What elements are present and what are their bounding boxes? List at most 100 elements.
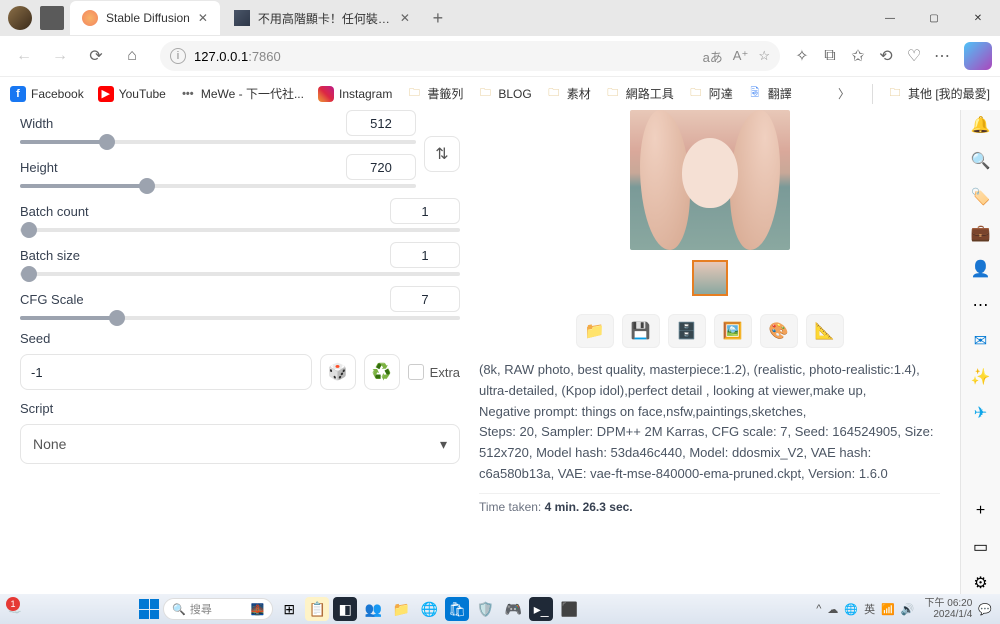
history-icon[interactable]: ⟲ xyxy=(876,46,896,66)
bookmark-translate[interactable]: 🗟翻譯 xyxy=(747,85,792,102)
notifications-icon[interactable]: 💬 xyxy=(978,603,992,616)
send-icon[interactable]: ✈ xyxy=(970,402,992,424)
batch-count-slider[interactable] xyxy=(20,228,460,232)
random-seed-button[interactable]: 🎲 xyxy=(320,354,356,390)
app-icon[interactable]: 📋 xyxy=(305,597,329,621)
result-thumbnail[interactable] xyxy=(692,260,728,296)
send-to-extras-button[interactable]: 📐 xyxy=(806,314,844,348)
width-input[interactable] xyxy=(346,110,416,136)
terminal-icon[interactable]: ▸_ xyxy=(529,597,553,621)
batch-size-input[interactable] xyxy=(390,242,460,268)
other-bookmarks[interactable]: 🗀其他 [我的最愛] xyxy=(887,85,990,102)
network-icon[interactable]: 🌐 xyxy=(844,603,858,616)
weather-widget[interactable]: 1 ☁️ xyxy=(8,603,22,616)
outlook-icon[interactable]: ✉ xyxy=(970,330,992,352)
bookmark-folder-3[interactable]: 🗀素材 xyxy=(546,85,591,102)
script-label: Script xyxy=(20,401,53,416)
site-info-icon[interactable]: i xyxy=(170,48,186,64)
back-button[interactable]: ← xyxy=(8,40,40,72)
forward-button[interactable]: → xyxy=(44,40,76,72)
swap-dimensions-button[interactable]: ⇅ xyxy=(424,136,460,172)
favorites-icon[interactable]: ✩ xyxy=(848,46,868,66)
copilot-icon[interactable] xyxy=(964,42,992,70)
script-select[interactable]: None ▾ xyxy=(20,424,460,464)
bookmark-folder-1[interactable]: 🗀書籤列 xyxy=(406,85,463,102)
collections-icon[interactable]: ⧉ xyxy=(820,46,840,66)
tab-article[interactable]: 不用高階顯卡！任何裝置都能使 ✕ xyxy=(222,1,422,35)
explorer-icon[interactable]: 📁 xyxy=(389,597,413,621)
bookmark-youtube[interactable]: ▶YouTube xyxy=(98,86,166,102)
drop-icon[interactable]: ✨ xyxy=(970,366,992,388)
task-view-button[interactable]: ⊞ xyxy=(277,597,301,621)
home-button[interactable]: ⌂ xyxy=(116,40,148,72)
zip-button[interactable]: 🗄️ xyxy=(668,314,706,348)
bookmark-folder-5[interactable]: 🗀阿達 xyxy=(688,85,733,102)
hide-icon[interactable]: ⚙ xyxy=(970,572,992,594)
xbox-icon[interactable]: 🎮 xyxy=(501,597,525,621)
tools-icon[interactable]: 💼 xyxy=(970,222,992,244)
security-icon[interactable]: 🛡️ xyxy=(473,597,497,621)
bookmarks-overflow[interactable]: 〉 xyxy=(830,85,858,102)
bookmark-folder-4[interactable]: 🗀網路工具 xyxy=(605,85,674,102)
add-icon[interactable]: + xyxy=(970,500,992,522)
folder-icon: 🗀 xyxy=(887,86,903,102)
send-to-img2img-button[interactable]: 🖼️ xyxy=(714,314,752,348)
seed-input[interactable] xyxy=(20,354,312,390)
refresh-button[interactable]: ⟳ xyxy=(80,40,112,72)
bookmark-mewe[interactable]: •••MeWe - 下一代社... xyxy=(180,85,304,102)
tab-stable-diffusion[interactable]: Stable Diffusion ✕ xyxy=(70,1,220,35)
profile-avatar[interactable] xyxy=(8,6,32,30)
folder-icon: 🗀 xyxy=(546,86,562,102)
batch-count-input[interactable] xyxy=(390,198,460,224)
edge-icon[interactable]: 🌐 xyxy=(417,597,441,621)
height-input[interactable] xyxy=(346,154,416,180)
more-icon[interactable]: ⋯ xyxy=(970,294,992,316)
batch-size-slider[interactable] xyxy=(20,272,460,276)
close-icon[interactable]: ✕ xyxy=(400,11,410,25)
taskbar-search[interactable]: 🔍 搜尋 🌉 xyxy=(163,598,273,620)
result-image[interactable] xyxy=(630,110,790,250)
search-icon[interactable]: 🔍 xyxy=(970,150,992,172)
start-button[interactable] xyxy=(139,599,159,619)
tray-chevron-icon[interactable]: ^ xyxy=(816,603,821,615)
translate-icon[interactable]: aあ xyxy=(703,47,723,66)
separator xyxy=(872,84,873,104)
maximize-button[interactable]: ▢ xyxy=(912,0,956,36)
extensions-icon[interactable]: ✧ xyxy=(792,46,812,66)
width-slider[interactable] xyxy=(20,140,416,144)
teams-icon[interactable]: 👥 xyxy=(361,597,385,621)
app-icon[interactable]: ⬛ xyxy=(557,597,581,621)
open-folder-button[interactable]: 📁 xyxy=(576,314,614,348)
new-tab-button[interactable]: + xyxy=(424,8,452,29)
store-icon[interactable]: 🛍 xyxy=(445,597,469,621)
reuse-seed-button[interactable]: ♻️ xyxy=(364,354,400,390)
save-button[interactable]: 💾 xyxy=(622,314,660,348)
taskbar-clock[interactable]: 下午 06:20 2024/1/4 xyxy=(924,598,972,620)
address-bar[interactable]: i 127.0.0.1:7860 aあ A⁺ ☆ xyxy=(160,41,780,71)
onedrive-icon[interactable]: ☁ xyxy=(827,603,838,616)
wifi-icon[interactable]: 📶 xyxy=(881,603,895,616)
bookmark-facebook[interactable]: fFacebook xyxy=(10,86,84,102)
bookmark-folder-2[interactable]: 🗀BLOG xyxy=(477,86,531,102)
favorite-icon[interactable]: ☆ xyxy=(758,48,770,64)
send-to-inpaint-button[interactable]: 🎨 xyxy=(760,314,798,348)
cfg-slider[interactable] xyxy=(20,316,460,320)
cfg-input[interactable] xyxy=(390,286,460,312)
minimize-button[interactable]: — xyxy=(868,0,912,36)
ime-indicator[interactable]: 英 xyxy=(864,601,875,617)
settings-icon[interactable]: ▭ xyxy=(970,536,992,558)
shopping-icon[interactable]: 🏷️ xyxy=(970,186,992,208)
app-icon[interactable]: ◧ xyxy=(333,597,357,621)
bookmark-instagram[interactable]: Instagram xyxy=(318,86,392,102)
workspace-icon[interactable] xyxy=(40,6,64,30)
performance-icon[interactable]: ♡ xyxy=(904,46,924,66)
volume-icon[interactable]: 🔊 xyxy=(901,603,915,616)
height-slider[interactable] xyxy=(20,184,416,188)
read-aloud-icon[interactable]: A⁺ xyxy=(733,48,749,64)
close-window-button[interactable]: ✕ xyxy=(956,0,1000,36)
close-icon[interactable]: ✕ xyxy=(198,11,208,25)
bell-icon[interactable]: 🔔 xyxy=(970,114,992,136)
menu-icon[interactable]: ⋯ xyxy=(932,46,952,66)
games-icon[interactable]: 👤 xyxy=(970,258,992,280)
extra-checkbox[interactable]: Extra xyxy=(408,364,460,380)
